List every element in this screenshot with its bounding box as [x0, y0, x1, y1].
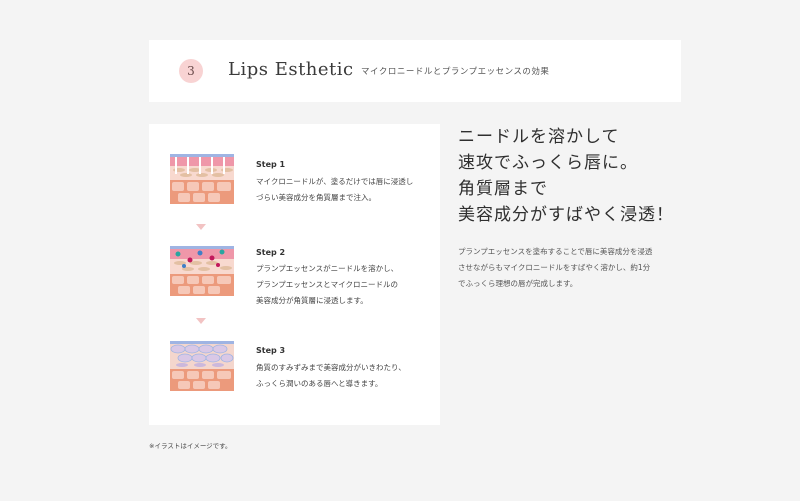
step-1-text: マイクロニードルが、塗るだけでは唇に浸透し づらい美容成分を角質層まで注入。 — [256, 174, 436, 206]
illustration-note: ※イラストはイメージです。 — [149, 442, 232, 450]
step-2-line-1: プランプエッセンスがニードルを溶かし、 — [256, 264, 399, 273]
down-arrow-icon — [196, 224, 206, 230]
step-1-line-1: マイクロニードルが、塗るだけでは唇に浸透し — [256, 177, 414, 186]
headline-line-2: 速攻でふっくら唇に。 — [458, 153, 638, 173]
step-1: Step 1 マイクロニードルが、塗るだけでは唇に浸透し づらい美容成分を角質層… — [149, 152, 440, 222]
description-line-1: プランプエッセンスを塗布することで唇に美容成分を浸透 — [458, 247, 653, 256]
steps-panel: Step 1 マイクロニードルが、塗るだけでは唇に浸透し づらい美容成分を角質層… — [149, 124, 440, 425]
down-arrow-icon — [196, 318, 206, 324]
step-3-label: Step 3 — [256, 346, 286, 355]
step-number-badge: 3 — [179, 59, 203, 83]
step-2-line-3: 美容成分が角質層に浸透します。 — [256, 296, 368, 305]
step-1-label: Step 1 — [256, 160, 286, 169]
section-subtitle: マイクロニードルとプランプエッセンスの効果 — [361, 67, 550, 77]
step-1-line-2: づらい美容成分を角質層まで注入。 — [256, 193, 376, 202]
headline: ニードルを溶かして 速攻でふっくら唇に。 角質層まで 美容成分がすばやく浸透！ — [458, 124, 708, 228]
section-header: 3 Lips Esthetic マイクロニードルとプランプエッセンスの効果 — [149, 40, 681, 102]
description: プランプエッセンスを塗布することで唇に美容成分を浸透 させながらもマイクロニード… — [458, 244, 684, 292]
headline-line-4: 美容成分がすばやく浸透！ — [458, 205, 674, 225]
description-line-3: でふっくら理想の唇が完成します。 — [458, 279, 578, 288]
section-title: Lips Esthetic — [228, 59, 354, 80]
step-2: Step 2 プランプエッセンスがニードルを溶かし、 プランプエッセンスとマイク… — [149, 242, 440, 312]
step-2-line-2: プランプエッセンスとマイクロニードルの — [256, 280, 398, 289]
step-3-text: 角質のすみずみまで美容成分がいきわたり、 ふっくら潤いのある唇へと導きます。 — [256, 360, 436, 392]
step-2-text: プランプエッセンスがニードルを溶かし、 プランプエッセンスとマイクロニードルの … — [256, 261, 436, 309]
step-3: Step 3 角質のすみずみまで美容成分がいきわたり、 ふっくら潤いのある唇へと… — [149, 338, 440, 408]
step-2-illustration — [170, 246, 234, 296]
step-3-illustration — [170, 341, 234, 391]
step-3-line-2: ふっくら潤いのある唇へと導きます。 — [256, 379, 383, 388]
step-1-illustration — [170, 154, 234, 204]
step-2-label: Step 2 — [256, 248, 286, 257]
headline-line-3: 角質層まで — [458, 179, 548, 199]
step-3-line-1: 角質のすみずみまで美容成分がいきわたり、 — [256, 363, 406, 372]
description-line-2: させながらもマイクロニードルをすばやく溶かし、約1分 — [458, 263, 651, 272]
headline-line-1: ニードルを溶かして — [458, 127, 620, 147]
